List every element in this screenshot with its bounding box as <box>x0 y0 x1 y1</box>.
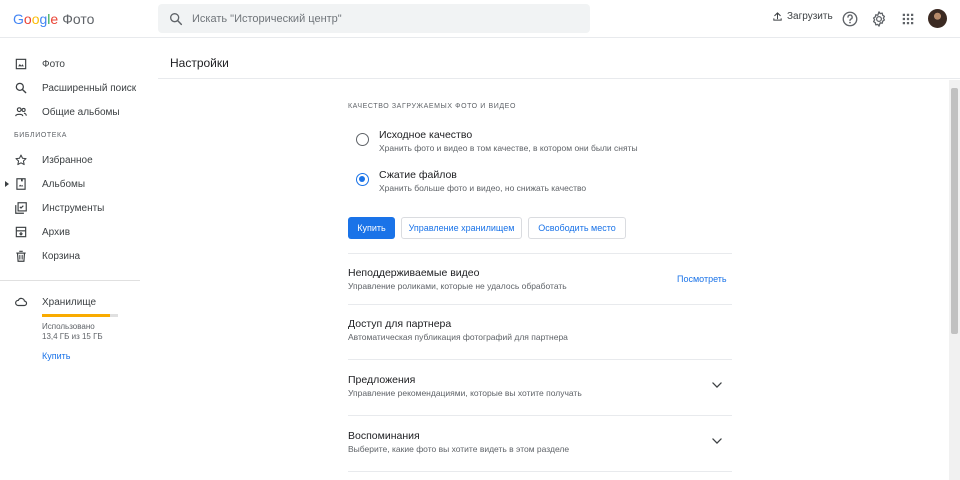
sidebar-item-albums[interactable]: Альбомы <box>0 173 140 195</box>
manage-storage-button[interactable]: Управление хранилищем <box>401 217 522 239</box>
row-divider <box>348 304 732 305</box>
expand-caret-icon[interactable] <box>5 181 9 187</box>
gear-icon[interactable] <box>870 10 888 28</box>
sidebar-item-advanced-search[interactable]: Расширенный поиск <box>0 77 140 99</box>
radio-original-quality[interactable] <box>356 133 369 146</box>
cloud-icon <box>15 297 28 307</box>
memories-desc: Выберите, какие фото вы хотите видеть в … <box>348 444 570 454</box>
option-compressed-desc: Хранить больше фото и видео, но снижать … <box>379 183 587 193</box>
unsupported-videos-desc: Управление роликами, которые не удалось … <box>348 281 567 291</box>
memories-title: Воспоминания <box>348 430 420 442</box>
view-unsupported-link[interactable]: Посмотреть <box>677 274 727 284</box>
partner-sharing-desc: Автоматическая публикация фотографий для… <box>348 332 568 342</box>
top-bar: GoogleФото Загрузить <box>0 0 960 38</box>
archive-icon <box>15 226 27 238</box>
search-icon <box>15 82 27 94</box>
search-bar[interactable] <box>158 4 590 33</box>
page-title: Настройки <box>170 56 229 70</box>
sidebar-item-favorites[interactable]: Избранное <box>0 149 140 171</box>
library-section-label: БИБЛИОТЕКА <box>14 132 67 139</box>
upload-button[interactable]: Загрузить <box>772 11 833 22</box>
people-icon <box>15 107 27 117</box>
trash-icon <box>16 250 26 262</box>
row-divider <box>348 359 732 360</box>
upload-icon <box>773 12 782 21</box>
product-name: Фото <box>62 11 95 27</box>
sidebar: Фото Расширенный поиск Общие альбомы БИБ… <box>0 38 140 480</box>
free-space-button[interactable]: Освободить место <box>528 217 626 239</box>
storage-progress-bar <box>42 314 118 317</box>
suggestions-title: Предложения <box>348 374 416 386</box>
sidebar-divider <box>0 280 140 281</box>
partner-sharing-title[interactable]: Доступ для партнера <box>348 318 451 330</box>
scrollbar[interactable] <box>949 80 960 480</box>
scrollbar-thumb[interactable] <box>951 88 958 334</box>
album-icon <box>16 178 26 190</box>
sidebar-item-storage[interactable]: Хранилище <box>0 291 140 313</box>
storage-used-label: Использовано <box>42 322 95 331</box>
chevron-down-icon[interactable] <box>710 378 724 392</box>
storage-used-value: 13,4 ГБ из 15 ГБ <box>42 332 103 341</box>
google-photos-logo[interactable]: Google Фото <box>13 11 94 27</box>
buy-button[interactable]: Купить <box>348 217 395 239</box>
help-icon[interactable] <box>841 10 859 28</box>
upload-quality-label: КАЧЕСТВО ЗАГРУЖАЕМЫХ ФОТО И ВИДЕО <box>348 103 516 110</box>
title-divider <box>158 78 960 79</box>
upload-label: Загрузить <box>787 11 833 22</box>
search-input[interactable] <box>192 12 572 25</box>
sidebar-item-trash[interactable]: Корзина <box>0 245 140 267</box>
option-compressed-title: Сжатие файлов <box>379 169 457 181</box>
star-icon <box>15 154 27 166</box>
sidebar-item-archive[interactable]: Архив <box>0 221 140 243</box>
buy-storage-link[interactable]: Купить <box>42 351 70 361</box>
row-divider <box>348 471 732 472</box>
option-original-desc: Хранить фото и видео в том качестве, в к… <box>379 143 638 153</box>
tools-icon <box>15 202 27 214</box>
unsupported-videos-title: Неподдерживаемые видео <box>348 267 480 279</box>
radio-compressed[interactable] <box>356 173 369 186</box>
chevron-down-icon[interactable] <box>710 434 724 448</box>
apps-grid-icon[interactable] <box>899 10 917 28</box>
row-divider <box>348 415 732 416</box>
suggestions-desc: Управление рекомендациями, которые вы хо… <box>348 388 582 398</box>
avatar[interactable] <box>928 9 947 28</box>
row-divider <box>348 253 732 254</box>
photo-icon <box>15 58 27 70</box>
search-icon[interactable] <box>168 11 184 27</box>
sidebar-item-tools[interactable]: Инструменты <box>0 197 140 219</box>
storage-progress-fill <box>42 314 110 317</box>
option-original-title: Исходное качество <box>379 129 473 141</box>
sidebar-item-photos[interactable]: Фото <box>0 53 140 75</box>
sidebar-item-shared-albums[interactable]: Общие альбомы <box>0 101 140 123</box>
